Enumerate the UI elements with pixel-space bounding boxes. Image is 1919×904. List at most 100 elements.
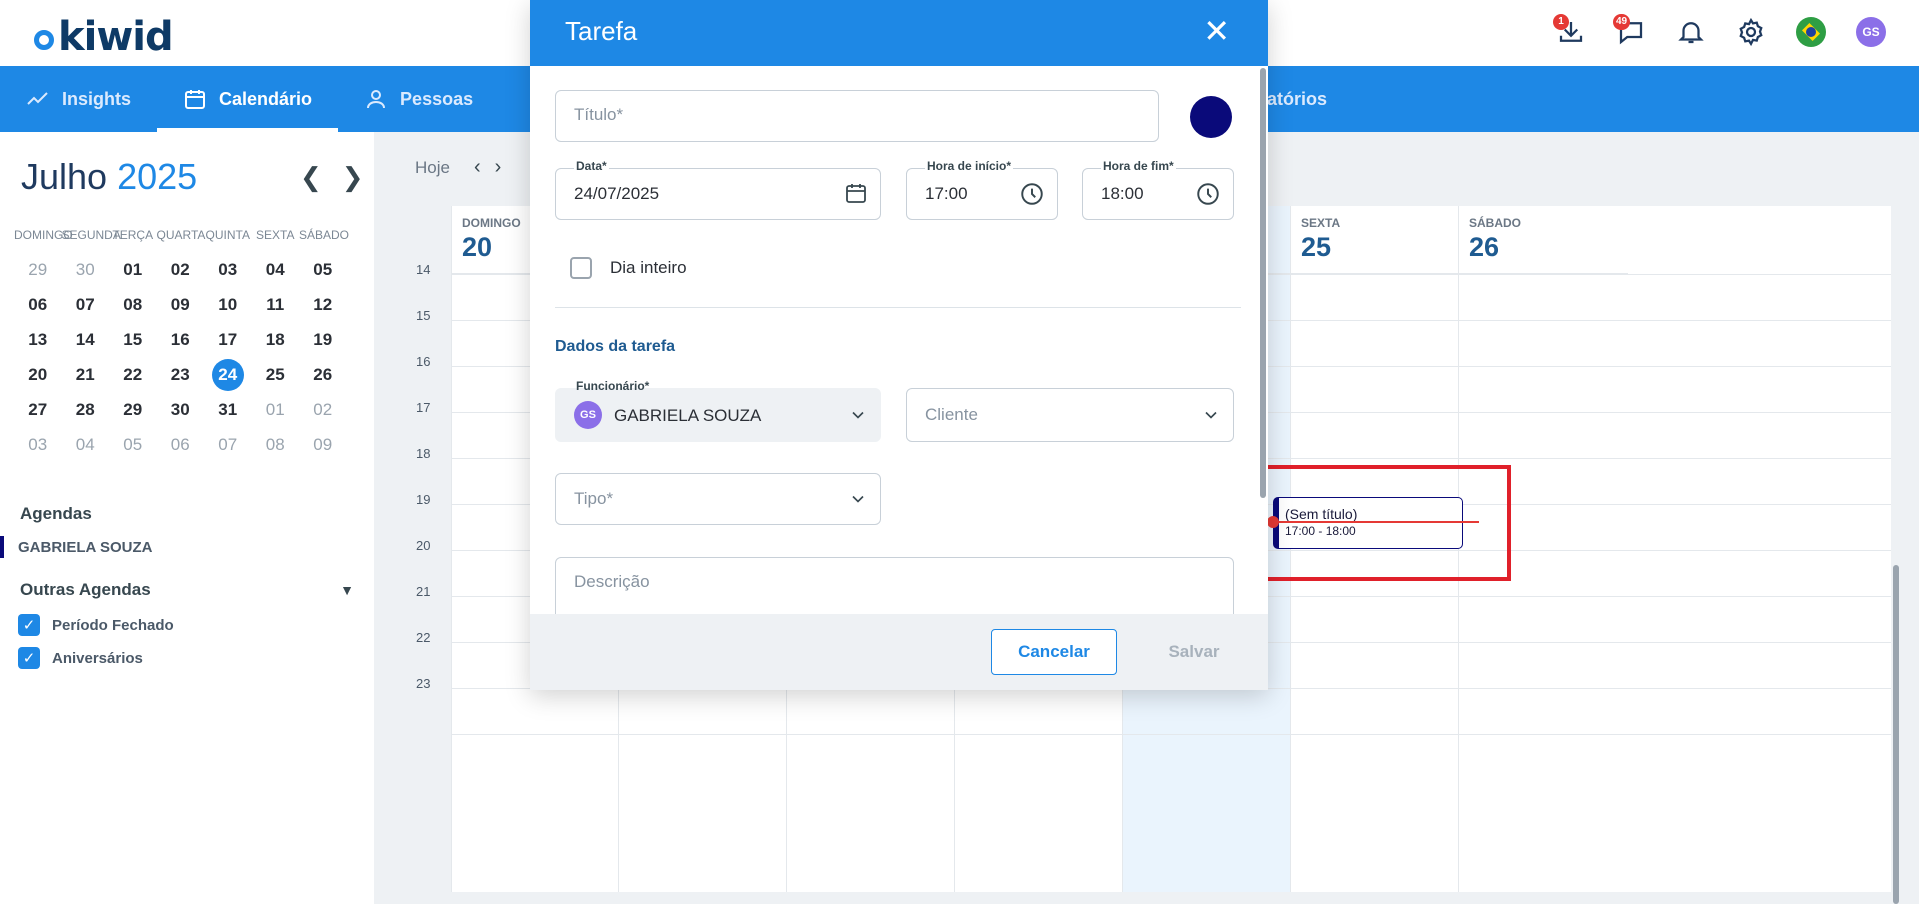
mini-calendar-day[interactable]: 14 xyxy=(62,322,110,357)
mini-calendar-day[interactable]: 17 xyxy=(204,322,252,357)
month-year: 2025 xyxy=(117,156,198,197)
person-icon xyxy=(367,90,386,109)
nav-relatorios[interactable]: latórios xyxy=(1262,66,1327,132)
hora-inicio-field[interactable]: Hora de início* 17:00 xyxy=(906,159,1058,220)
calendar-scrollbar[interactable] xyxy=(1893,565,1899,904)
mini-calendar-day[interactable]: 18 xyxy=(252,322,300,357)
aniversarios-checkbox[interactable]: ✓ Aniversários xyxy=(18,647,143,669)
mini-calendar-day[interactable]: 05 xyxy=(299,252,347,287)
mini-calendar-day[interactable]: 29 xyxy=(14,252,62,287)
clock-icon[interactable] xyxy=(1019,181,1045,212)
chevron-down-icon xyxy=(848,489,868,514)
nav-pessoas[interactable]: Pessoas xyxy=(338,66,499,132)
close-icon[interactable]: ✕ xyxy=(1203,12,1230,50)
day-number: 15 xyxy=(123,329,143,349)
day-number: 16 xyxy=(170,329,190,349)
user-menu-button[interactable]: GS xyxy=(1853,14,1889,50)
agenda-user[interactable]: GABRIELA SOUZA xyxy=(18,539,152,556)
save-button[interactable]: Salvar xyxy=(1146,629,1242,675)
day-column-header: SEXTA 25 xyxy=(1291,206,1458,274)
mini-calendar-day[interactable]: 01 xyxy=(109,252,157,287)
clock-icon[interactable] xyxy=(1195,181,1221,212)
download-button[interactable]: 1 xyxy=(1553,14,1589,50)
tipo-select[interactable]: Tipo* xyxy=(555,473,881,525)
nav-insights[interactable]: Insights xyxy=(0,66,157,132)
mini-calendar-day[interactable]: 07 xyxy=(204,427,252,462)
mini-calendar-day[interactable]: 02 xyxy=(299,392,347,427)
download-badge: 1 xyxy=(1553,14,1569,30)
mini-calendar-day[interactable]: 30 xyxy=(62,252,110,287)
mini-calendar-day[interactable]: 15 xyxy=(109,322,157,357)
mini-calendar-day[interactable]: 25 xyxy=(252,357,300,392)
prev-month-button[interactable]: ❮ xyxy=(300,162,322,193)
brazil-flag-icon xyxy=(1796,17,1826,47)
modal-scrollbar[interactable] xyxy=(1260,68,1266,498)
calendar-icon[interactable] xyxy=(844,181,868,210)
mini-calendar-day[interactable]: 23 xyxy=(157,357,205,392)
funcionario-select[interactable]: Funcionário* GS GABRIELA SOUZA xyxy=(555,379,881,442)
mini-calendar-day[interactable]: 19 xyxy=(299,322,347,357)
mini-calendar-day[interactable]: 05 xyxy=(109,427,157,462)
cliente-select[interactable]: Cliente xyxy=(906,388,1234,442)
mini-calendar-day[interactable]: 20 xyxy=(14,357,62,392)
hour-label: 21 xyxy=(416,584,431,599)
mini-calendar-day[interactable]: 26 xyxy=(299,357,347,392)
prev-week-button[interactable]: ‹ xyxy=(474,156,481,179)
mini-calendar-day[interactable]: 07 xyxy=(62,287,110,322)
next-month-button[interactable]: ❯ xyxy=(342,162,364,193)
notifications-button[interactable] xyxy=(1673,14,1709,50)
mini-calendar-day[interactable]: 08 xyxy=(252,427,300,462)
mini-calendar-day[interactable]: 31 xyxy=(204,392,252,427)
next-week-button[interactable]: › xyxy=(495,156,502,179)
language-button[interactable] xyxy=(1793,14,1829,50)
weekday-label: DOMINGO xyxy=(14,228,73,242)
dia-inteiro-checkbox[interactable] xyxy=(570,257,592,279)
modal-body: Título* Data* 24/07/2025 Hora de início*… xyxy=(530,66,1268,614)
mini-calendar-day[interactable]: 09 xyxy=(157,287,205,322)
titulo-input[interactable]: Título* xyxy=(555,90,1159,142)
day-number: 29 xyxy=(28,259,48,279)
mini-calendar-today[interactable]: 24 xyxy=(204,357,252,392)
mini-calendar-day[interactable]: 28 xyxy=(62,392,110,427)
mini-calendar-day[interactable]: 12 xyxy=(299,287,347,322)
cancel-button[interactable]: Cancelar xyxy=(991,629,1117,675)
hora-fim-field[interactable]: Hora de fim* 18:00 xyxy=(1082,159,1234,220)
mini-calendar-day[interactable]: 04 xyxy=(62,427,110,462)
mini-calendar-day[interactable]: 01 xyxy=(252,392,300,427)
color-picker-button[interactable] xyxy=(1190,96,1232,138)
mini-calendar-day[interactable]: 29 xyxy=(109,392,157,427)
dia-inteiro-label: Dia inteiro xyxy=(610,258,687,277)
mini-calendar-day[interactable]: 30 xyxy=(157,392,205,427)
nav-calendario[interactable]: Calendário xyxy=(157,66,339,132)
day-number: 27 xyxy=(28,399,48,419)
kiwid-logo[interactable]: kiwid xyxy=(34,14,174,60)
settings-button[interactable] xyxy=(1733,14,1769,50)
mini-calendar-day[interactable]: 27 xyxy=(14,392,62,427)
mini-calendar-day[interactable]: 22 xyxy=(109,357,157,392)
task-modal: Tarefa ✕ Título* Data* 24/07/2025 Hora d… xyxy=(530,0,1268,690)
hour-label: 18 xyxy=(416,446,431,461)
descricao-textarea[interactable]: Descrição xyxy=(555,557,1234,614)
chat-badge: 49 xyxy=(1613,14,1631,30)
section-divider xyxy=(555,307,1241,308)
mini-calendar-day[interactable]: 06 xyxy=(157,427,205,462)
mini-calendar-day[interactable]: 08 xyxy=(109,287,157,322)
mini-calendar-day[interactable]: 10 xyxy=(204,287,252,322)
hour-label: 20 xyxy=(416,538,431,553)
chat-button[interactable]: 49 xyxy=(1613,14,1649,50)
outras-agendas-toggle[interactable]: Outras Agendas ▼ xyxy=(20,580,354,600)
today-button[interactable]: Hoje xyxy=(415,158,450,178)
periodo-fechado-checkbox[interactable]: ✓ Período Fechado xyxy=(18,614,174,636)
mini-calendar-day[interactable]: 03 xyxy=(204,252,252,287)
mini-calendar-day[interactable]: 11 xyxy=(252,287,300,322)
mini-calendar-day[interactable]: 09 xyxy=(299,427,347,462)
mini-calendar-day[interactable]: 04 xyxy=(252,252,300,287)
mini-calendar-day[interactable]: 16 xyxy=(157,322,205,357)
mini-calendar-day[interactable]: 03 xyxy=(14,427,62,462)
mini-calendar-day[interactable]: 21 xyxy=(62,357,110,392)
mini-calendar-day[interactable]: 06 xyxy=(14,287,62,322)
mini-calendar-day[interactable]: 02 xyxy=(157,252,205,287)
data-field[interactable]: Data* 24/07/2025 xyxy=(555,159,881,220)
mini-calendar-day[interactable]: 13 xyxy=(14,322,62,357)
day-number: 23 xyxy=(170,364,190,384)
